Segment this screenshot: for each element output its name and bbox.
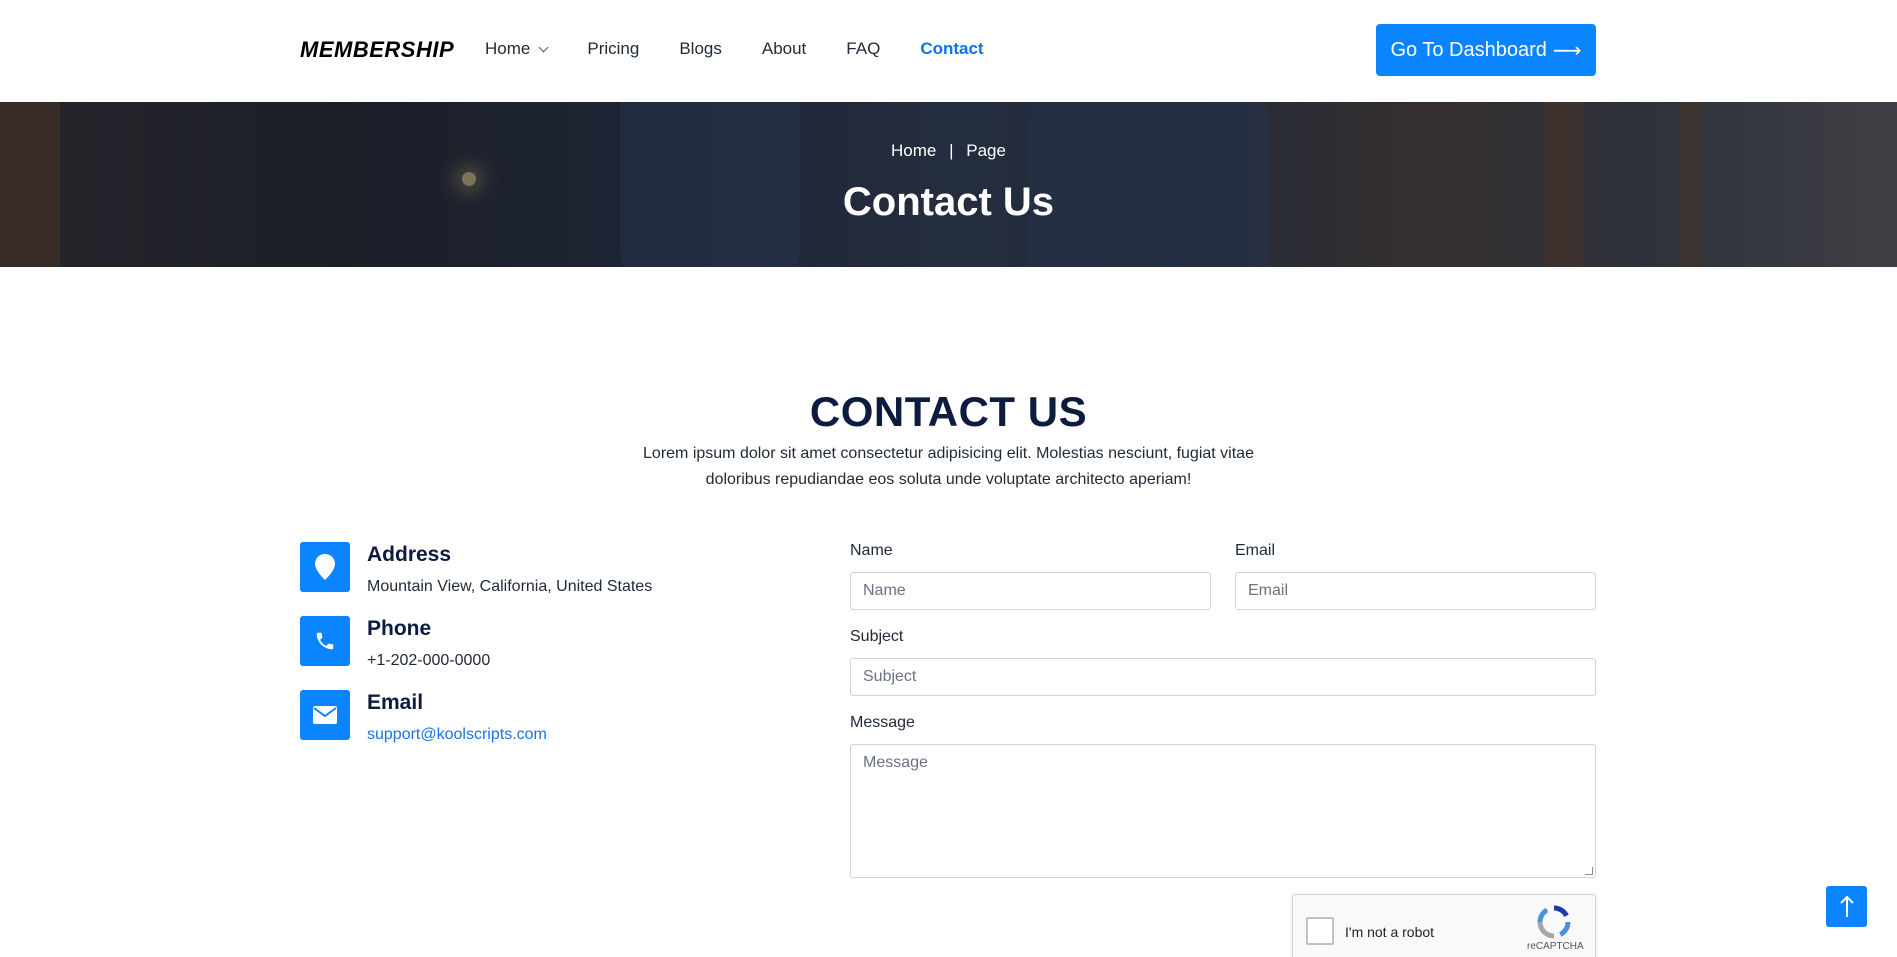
- message-label: Message: [850, 714, 915, 731]
- nav-item-blogs[interactable]: Blogs: [679, 39, 722, 59]
- phone-icon: [300, 616, 350, 666]
- map-pin-icon: [300, 542, 350, 592]
- breadcrumb: Home | Page: [0, 141, 1897, 161]
- breadcrumb-separator: |: [949, 141, 954, 160]
- recaptcha-checkbox[interactable]: [1306, 917, 1334, 945]
- recaptcha-label: I'm not a robot: [1345, 924, 1435, 940]
- email-label: Email: [1235, 542, 1276, 559]
- section-title: CONTACT US: [809, 388, 1088, 435]
- site-logo[interactable]: MEMBERSHIP: [300, 37, 454, 63]
- message-placeholder: Message: [863, 754, 928, 771]
- nav-item-label: Home: [485, 39, 531, 58]
- recaptcha-widget: I'm not a robot reCAPTCHA: [1292, 894, 1596, 957]
- breadcrumb-page: Page: [966, 141, 1006, 160]
- page-title: Contact Us: [842, 180, 1055, 224]
- section-description: Lorem ipsum dolor sit amet consectetur a…: [643, 445, 1254, 488]
- email-link[interactable]: support@koolscripts.com: [367, 726, 547, 744]
- nav-item-about[interactable]: About: [762, 39, 806, 59]
- chevron-down-icon: [538, 42, 549, 52]
- phone-heading: Phone: [367, 617, 432, 640]
- arrow-right-icon: ⟶: [1552, 39, 1582, 62]
- subject-label: Subject: [850, 628, 904, 645]
- subject-input[interactable]: Subject: [850, 658, 1596, 696]
- contact-info-email: Email support@koolscripts.com: [300, 690, 547, 744]
- address-heading: Address: [367, 543, 452, 566]
- back-to-top-button[interactable]: [1826, 886, 1867, 927]
- nav-item-home[interactable]: Home: [485, 39, 549, 59]
- name-label: Name: [850, 542, 893, 559]
- name-input[interactable]: Name: [850, 572, 1211, 610]
- main-nav: Home Pricing Blogs About FAQ Contact: [485, 39, 1024, 59]
- nav-item-pricing[interactable]: Pricing: [587, 39, 639, 59]
- address-value: Mountain View, California, United States: [367, 578, 653, 595]
- message-textarea[interactable]: Message: [850, 744, 1596, 878]
- envelope-icon: [300, 690, 350, 740]
- email-heading: Email: [367, 691, 424, 714]
- resize-handle[interactable]: [1585, 867, 1593, 875]
- email-input[interactable]: Email: [1235, 572, 1596, 610]
- nav-item-faq[interactable]: FAQ: [846, 39, 880, 59]
- go-to-dashboard-button[interactable]: Go To Dashboard ⟶: [1376, 24, 1596, 76]
- recaptcha-logo-icon: [1537, 905, 1571, 944]
- dashboard-button-label: Go To Dashboard: [1390, 38, 1547, 61]
- contact-info-phone: Phone +1-202-000-0000: [300, 616, 490, 670]
- arrow-up-icon: [1839, 895, 1854, 917]
- contact-info-address: Address Mountain View, California, Unite…: [300, 542, 652, 596]
- nav-item-contact[interactable]: Contact: [920, 39, 983, 59]
- site-header: MEMBERSHIP Home Pricing Blogs About FAQ …: [0, 0, 1897, 102]
- recaptcha-brand: reCAPTCHA: [1527, 941, 1584, 952]
- phone-value: +1-202-000-0000: [367, 652, 491, 669]
- breadcrumb-home[interactable]: Home: [891, 141, 936, 160]
